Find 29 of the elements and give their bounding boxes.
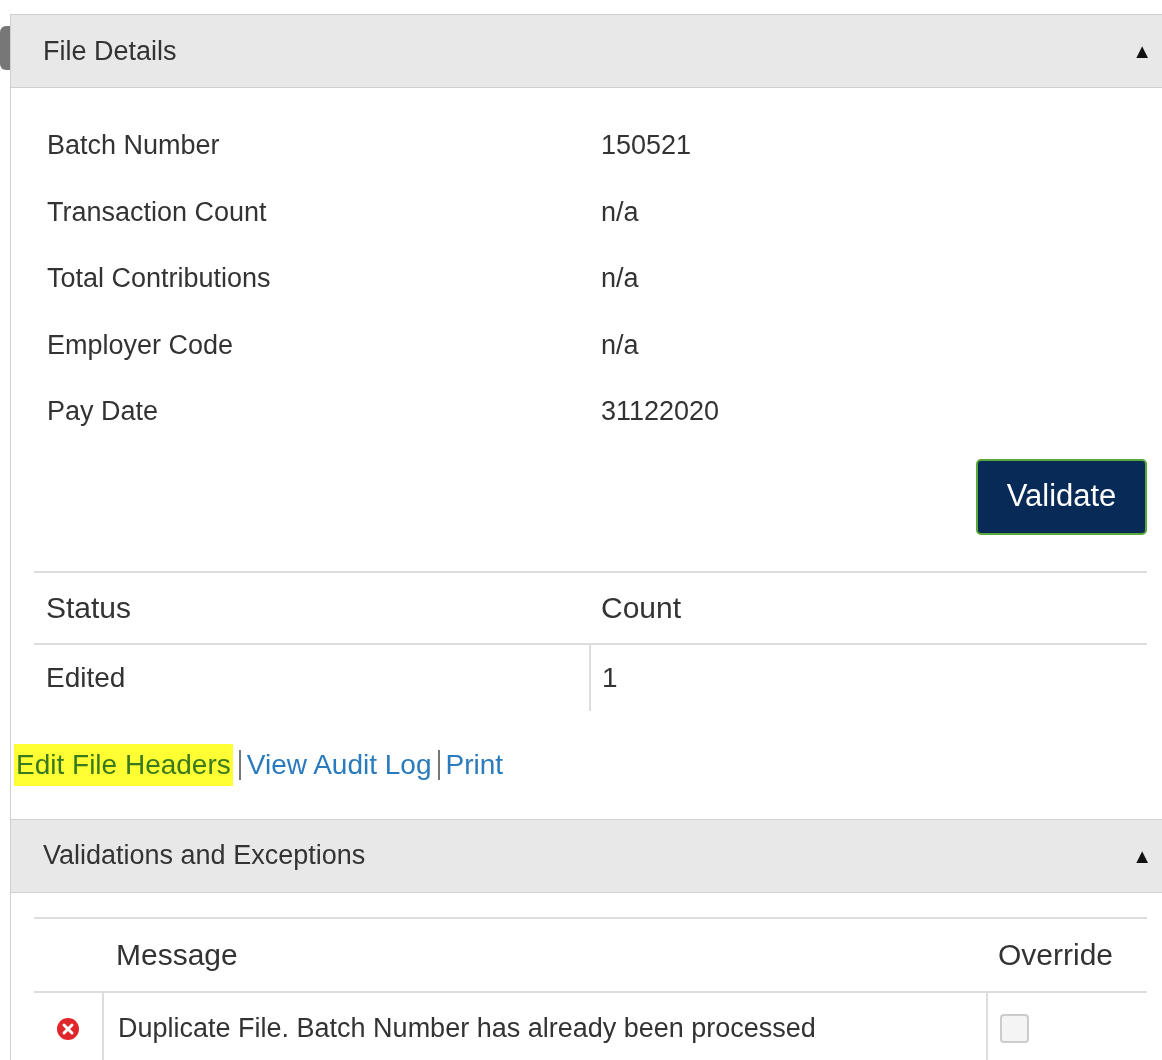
- link[interactable]: Edit File Headers: [14, 743, 233, 786]
- section-title: Validations and Exceptions: [43, 839, 366, 873]
- section-header[interactable]: File Details ▲: [11, 14, 1162, 88]
- column-header: Count: [600, 590, 682, 626]
- field-value: 31122020: [601, 395, 720, 428]
- table-cell: Edited: [34, 644, 591, 711]
- section-title: File Details: [43, 34, 177, 68]
- table-cell: Duplicate File. Batch Number has already been processed: [104, 992, 988, 1060]
- field-value: 150521: [601, 129, 692, 162]
- collapse-toggle[interactable]: ▲: [1132, 36, 1152, 66]
- field-value: n/a: [601, 195, 639, 229]
- field-label: Transaction Count: [47, 195, 268, 229]
- column-header: Message: [115, 937, 239, 973]
- validate-button[interactable]: Validate: [976, 458, 1147, 535]
- override-checkbox[interactable]: [1000, 1014, 1029, 1043]
- table-cell-text: 1: [601, 660, 618, 695]
- field-label: Total Contributions: [47, 262, 272, 295]
- field-label: Employer Code: [47, 328, 235, 362]
- link[interactable]: View Audit Log: [246, 743, 432, 786]
- link[interactable]: Print: [445, 743, 504, 786]
- field-label: Batch Number: [47, 129, 221, 162]
- field-value: n/a: [601, 262, 639, 295]
- column-header: Status: [45, 590, 133, 626]
- collapse-toggle[interactable]: ▲: [1132, 840, 1152, 871]
- error-icon: [57, 1017, 79, 1040]
- field-value: n/a: [601, 328, 639, 362]
- column-header: Override: [997, 937, 1114, 973]
- field-label: Pay Date: [47, 395, 160, 428]
- section-header[interactable]: Validations and Exceptions ▲: [11, 818, 1162, 893]
